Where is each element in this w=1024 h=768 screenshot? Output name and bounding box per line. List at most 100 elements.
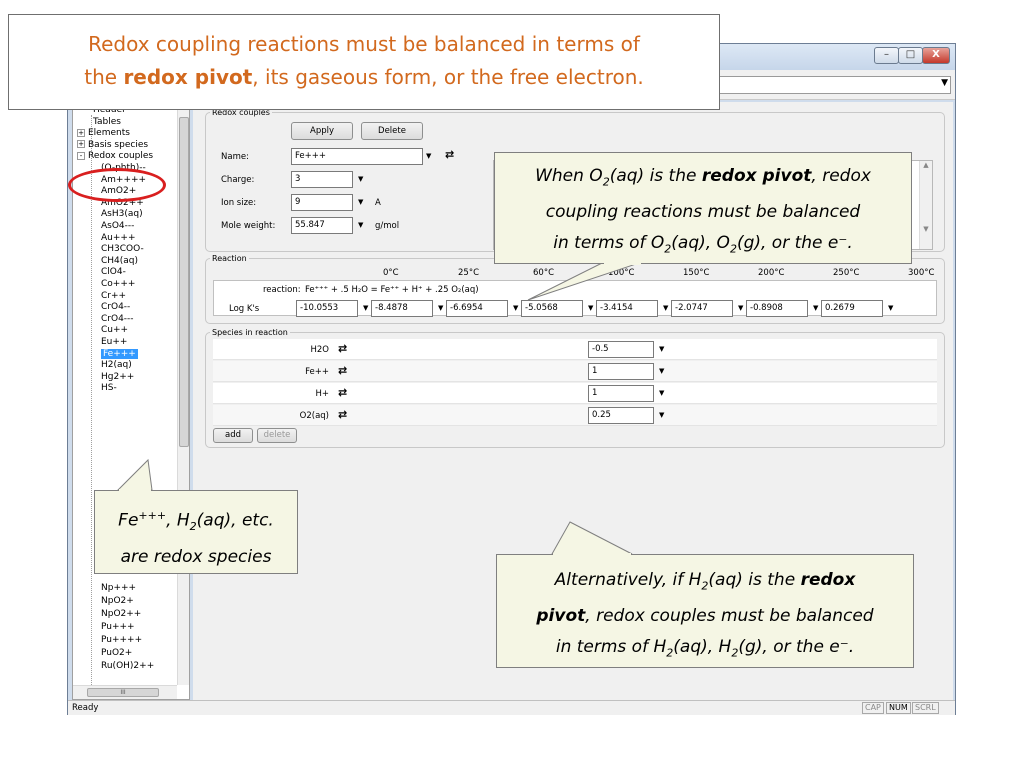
delete-button[interactable]: Delete [361, 122, 423, 140]
log-k-field[interactable]: -5.0568 [521, 300, 583, 317]
tree-item[interactable]: NpO2+ [101, 596, 134, 607]
cap-indicator: CAP [862, 702, 884, 714]
log-k-field[interactable]: -6.6954 [446, 300, 508, 317]
chevron-down-icon[interactable]: ▼ [659, 345, 664, 353]
tree-item[interactable]: CrO4--- [101, 314, 134, 325]
swap-icon[interactable]: ⇄ [338, 408, 347, 421]
chevron-down-icon[interactable]: ▼ [663, 304, 668, 312]
tree-item[interactable]: Eu++ [101, 337, 127, 348]
tree-item[interactable]: + Basis species [77, 140, 148, 151]
list-scrollbar[interactable]: ▲ ▼ [919, 161, 932, 249]
charge-field[interactable]: 3 [291, 171, 353, 188]
h2-callout-line-1: Alternatively, if H2(aq) is the redox [554, 570, 856, 593]
tree-item[interactable]: H2(aq) [101, 360, 132, 371]
chevron-down-icon[interactable]: ▼ [738, 304, 743, 312]
maximize-button[interactable]: □ [898, 47, 923, 64]
log-k-field[interactable]: -0.8908 [746, 300, 808, 317]
chevron-down-icon[interactable]: ▼ [659, 389, 664, 397]
mole-weight-field[interactable]: 55.847 [291, 217, 353, 234]
tree-item-label: NpO2++ [101, 609, 142, 619]
expander-icon[interactable]: + [77, 128, 85, 137]
close-button[interactable]: X [922, 47, 950, 64]
tree-item[interactable]: Fe+++ [101, 348, 138, 360]
swap-icon[interactable]: ⇄ [338, 342, 347, 355]
tree-item[interactable]: Pu+++ [101, 622, 135, 633]
tree-item[interactable]: Tables [93, 117, 121, 128]
chevron-down-icon[interactable]: ▼ [358, 221, 363, 229]
name-field[interactable]: Fe+++ [291, 148, 423, 165]
tree-item[interactable]: Cr++ [101, 291, 126, 302]
chevron-down-icon[interactable]: ▼ [513, 304, 518, 312]
minimize-button[interactable]: – [874, 47, 899, 64]
chevron-down-icon[interactable]: ▼ [363, 304, 368, 312]
chevron-down-icon[interactable]: ▼ [659, 367, 664, 375]
highlight-ellipse [68, 168, 166, 202]
add-button[interactable]: add [213, 428, 253, 443]
tree-vertical-scrollbar[interactable] [177, 103, 189, 685]
ion-size-label: Ion size: [221, 198, 257, 208]
log-k-field[interactable]: -10.0553 [296, 300, 358, 317]
chevron-down-icon[interactable]: ▼ [659, 411, 664, 419]
chevron-down-icon[interactable]: ▼ [358, 198, 363, 206]
chevron-down-icon[interactable]: ▼ [941, 78, 948, 88]
tree-item[interactable]: + Elements [77, 128, 130, 139]
temperature-header: 100°C [608, 268, 635, 278]
tree-item[interactable]: Np+++ [101, 583, 136, 594]
fe-callout: Fe+++, H2(aq), etc. are redox species [94, 490, 298, 574]
status-text: Ready [72, 703, 99, 713]
tree-item[interactable]: Co+++ [101, 279, 135, 290]
chevron-down-icon[interactable]: ▼ [438, 304, 443, 312]
tree-horizontal-scrollbar[interactable]: III [73, 685, 177, 699]
title-line-1: Redox coupling reactions must be balance… [88, 32, 640, 56]
log-k-field[interactable]: -2.0747 [671, 300, 733, 317]
swap-icon[interactable]: ⇄ [445, 148, 454, 161]
tree-item[interactable]: AsH3(aq) [101, 209, 143, 220]
coefficient-field[interactable]: 0.25 [588, 407, 654, 424]
chevron-down-icon[interactable]: ▼ [426, 152, 431, 160]
scroll-thumb[interactable] [179, 117, 189, 447]
tree-item-label: Eu++ [101, 337, 128, 347]
scroll-thumb-horizontal[interactable]: III [87, 688, 159, 697]
chevron-down-icon[interactable]: ▼ [813, 304, 818, 312]
temperature-header: 25°C [458, 268, 480, 278]
log-k-field[interactable]: -8.4878 [371, 300, 433, 317]
log-k-field[interactable]: -3.4154 [596, 300, 658, 317]
fe-callout-line-1: Fe+++, H2(aq), etc. [118, 509, 274, 534]
expander-icon[interactable]: - [77, 151, 85, 160]
tree-item[interactable]: ClO4- [101, 267, 126, 278]
swap-icon[interactable]: ⇄ [338, 364, 347, 377]
ion-size-field[interactable]: 9 [291, 194, 353, 211]
chevron-down-icon[interactable]: ▼ [888, 304, 893, 312]
tree-item[interactable]: Hg2++ [101, 372, 134, 383]
delete-species-button[interactable]: delete [257, 428, 297, 443]
charge-label: Charge: [221, 175, 255, 185]
tree-item[interactable]: NpO2++ [101, 609, 141, 620]
tree-item[interactable]: AsO4--- [101, 221, 134, 232]
swap-icon[interactable]: ⇄ [338, 386, 347, 399]
tree-item[interactable]: Au+++ [101, 233, 135, 244]
tree-item[interactable]: - Redox couples [77, 151, 153, 162]
tree-item[interactable]: Pu++++ [101, 635, 142, 646]
tree-item-label: CrO4-- [101, 302, 131, 313]
coefficient-field[interactable]: 1 [588, 363, 654, 380]
tree-item[interactable]: CH4(aq) [101, 256, 138, 267]
ion-size-unit: A [375, 198, 381, 208]
tree-item-label: Ru(OH)2++ [101, 661, 155, 671]
tree-item-label: Co+++ [101, 279, 136, 289]
tree-item[interactable]: Ru(OH)2++ [101, 661, 154, 672]
chevron-down-icon[interactable]: ▼ [358, 175, 363, 183]
temperature-header: 60°C [533, 268, 555, 278]
tree-item-label: Np+++ [101, 583, 137, 593]
tree-item[interactable]: Cu++ [101, 325, 128, 336]
chevron-down-icon[interactable]: ▼ [588, 304, 593, 312]
species-name: H2O [310, 345, 330, 355]
tree-item[interactable]: CH3COO- [101, 244, 144, 255]
tree-item[interactable]: PuO2+ [101, 648, 132, 659]
coefficient-field[interactable]: 1 [588, 385, 654, 402]
tree-item[interactable]: CrO4-- [101, 302, 130, 313]
expander-icon[interactable]: + [77, 140, 85, 149]
tree-item[interactable]: HS- [101, 383, 117, 394]
apply-button[interactable]: Apply [291, 122, 353, 140]
coefficient-field[interactable]: -0.5 [588, 341, 654, 358]
log-k-field[interactable]: 0.2679 [821, 300, 883, 317]
